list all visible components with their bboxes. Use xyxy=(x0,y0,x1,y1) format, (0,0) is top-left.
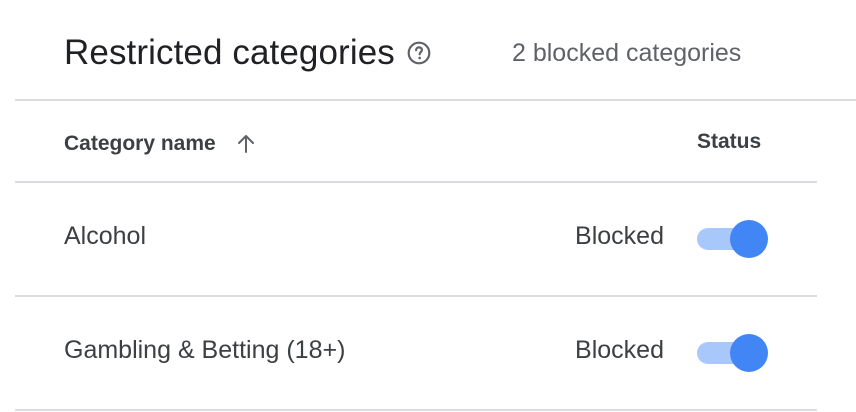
category-name: Alcohol xyxy=(64,222,146,250)
category-name: Gambling & Betting (18+) xyxy=(64,336,346,364)
restricted-categories-panel: Restricted categories 2 blocked categori… xyxy=(0,0,856,412)
toggle-thumb xyxy=(730,220,768,258)
header-divider xyxy=(15,99,856,101)
panel-header: Restricted categories xyxy=(64,28,433,78)
column-header-category-name[interactable]: Category name xyxy=(64,126,258,162)
table-row: Gambling & Betting (18+) Blocked xyxy=(15,297,817,409)
blocked-count-text: 2 blocked categories xyxy=(512,39,742,67)
table-row: Alcohol Blocked xyxy=(15,183,817,295)
row-divider xyxy=(15,409,817,411)
status-text: Blocked xyxy=(575,222,664,250)
help-circle-icon[interactable] xyxy=(405,39,433,67)
arrow-up-icon xyxy=(234,132,258,156)
page-title: Restricted categories xyxy=(64,33,395,72)
block-toggle[interactable] xyxy=(697,219,769,258)
status-text: Blocked xyxy=(575,336,664,364)
column-header-status: Status xyxy=(697,130,762,153)
column-header-label: Category name xyxy=(64,132,216,155)
toggle-thumb xyxy=(730,334,768,372)
block-toggle[interactable] xyxy=(697,333,769,372)
